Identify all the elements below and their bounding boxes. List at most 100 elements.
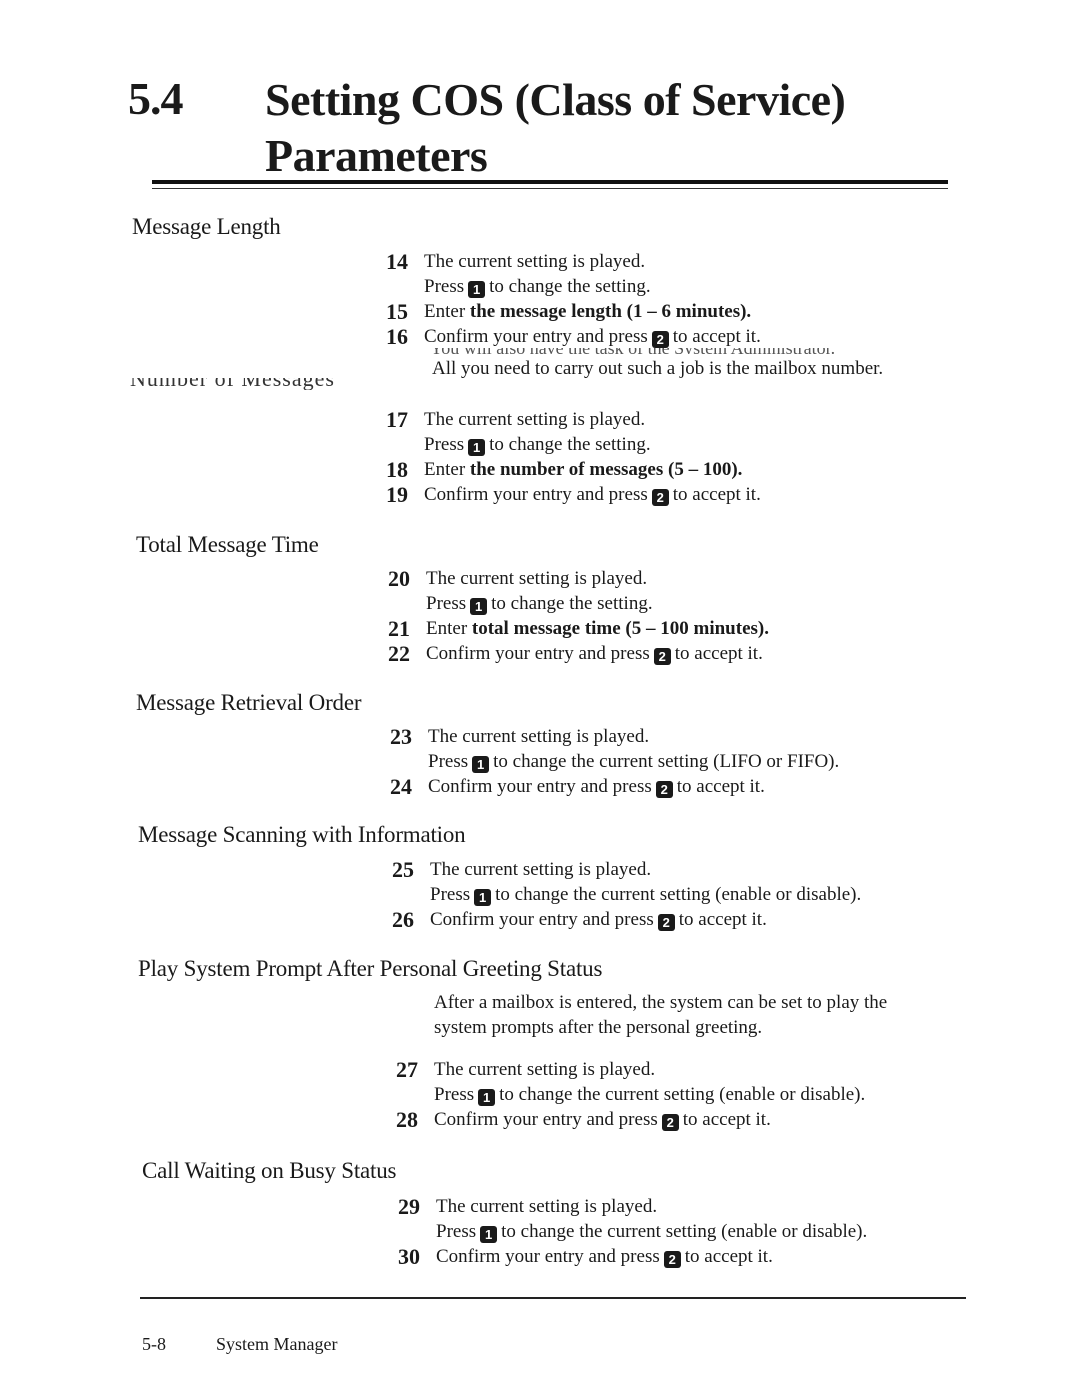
step-number: 16	[386, 324, 408, 349]
step: 17 The current setting is played.	[386, 407, 986, 432]
press-text: Press	[436, 1221, 477, 1242]
step-press-line: Press 1 to change the current setting (ena…	[392, 882, 992, 907]
key-1-icon: 1	[468, 281, 486, 298]
confirm-text: Confirm your entry and press	[424, 326, 648, 347]
confirm-text: Confirm your entry and press	[430, 909, 654, 930]
step-text: Enter the number of messages (5 – 100).	[424, 457, 986, 482]
overlapping-text-fragment: You will also have the task of the Syste…	[430, 348, 960, 354]
step: 29 The current setting is played.	[398, 1194, 998, 1219]
accept-text: to accept it.	[676, 776, 765, 797]
heading-call-waiting: Call Waiting on Busy Status	[142, 1158, 397, 1183]
change-text: to change the setting.	[489, 434, 651, 455]
step-text: The current setting is played.	[428, 726, 650, 747]
accept-text: to accept it.	[678, 909, 767, 930]
step-text: Enter total message time (5 – 100 minute…	[426, 616, 988, 641]
key-2-icon: 2	[651, 331, 669, 348]
step: 18 Enter the number of messages (5 – 100…	[386, 457, 986, 482]
key-1-icon: 1	[470, 598, 488, 615]
step-number: 18	[386, 457, 408, 482]
key-1-icon: 1	[478, 1089, 496, 1106]
change-text: to change the current setting (enable or…	[499, 1084, 866, 1105]
heading-retrieval-order: Message Retrieval Order	[136, 690, 362, 715]
description-line-2: system prompts after the personal greeti…	[434, 1017, 763, 1038]
step-number: 26	[392, 907, 414, 932]
step-number: 24	[390, 774, 412, 799]
step-number: 15	[386, 299, 408, 324]
enter-value: the number of messages (5 – 100).	[469, 459, 743, 480]
step: 25 The current setting is played.	[392, 857, 992, 882]
step-number: 20	[388, 566, 410, 591]
footer-rule	[140, 1297, 966, 1299]
step-number: 25	[392, 857, 414, 882]
step-press-line: Press 1 to change the current setting (ena…	[398, 1219, 998, 1244]
press-text: Press	[434, 1084, 475, 1105]
key-1-icon: 1	[480, 1226, 498, 1243]
step: 15 Enter the message length (1 – 6 minut…	[386, 299, 986, 324]
step-press-line: Press 1 to change the setting.	[386, 274, 986, 299]
steps-total-message-time: 20 The current setting is played. Press 1…	[388, 566, 988, 666]
step-text: Confirm your entry and press 2 to accept i…	[436, 1244, 998, 1269]
footer-label: System Manager	[216, 1334, 338, 1354]
heading-scanning: Message Scanning with Information	[138, 822, 466, 847]
change-text: to change the current setting (enable or…	[495, 884, 862, 905]
step: 28 Confirm your entry and press 2 to accep…	[396, 1107, 996, 1132]
step-press-line: Press 1 to change the setting.	[386, 432, 986, 457]
steps-call-waiting: 29 The current setting is played. Press 1…	[398, 1194, 998, 1269]
key-1-icon: 1	[472, 756, 490, 773]
enter-value: the message length (1 – 6 minutes).	[469, 301, 752, 322]
accept-text: to accept it.	[684, 1246, 773, 1267]
step-number: 28	[396, 1107, 418, 1132]
note-mailbox: All you need to carry out such a job is …	[432, 358, 884, 379]
step: 20 The current setting is played.	[388, 566, 988, 591]
step-number: 14	[386, 249, 408, 274]
step-number: 21	[388, 616, 410, 641]
press-text: Press	[430, 884, 471, 905]
step-number: 27	[396, 1057, 418, 1082]
title-rule-thin	[152, 188, 948, 189]
description-line-1: After a mailbox is entered, the system c…	[434, 992, 888, 1013]
accept-text: to accept it.	[682, 1109, 771, 1130]
key-2-icon: 2	[653, 648, 671, 665]
key-1-icon: 1	[474, 889, 492, 906]
step-number: 29	[398, 1194, 420, 1219]
system-prompt-description: After a mailbox is entered, the system c…	[434, 990, 887, 1040]
page-title: Setting COS (Class of Service) Parameter…	[265, 72, 846, 184]
title-line-1: Setting COS (Class of Service)	[265, 74, 846, 125]
step-text: Confirm your entry and press 2 to accept i…	[424, 324, 986, 349]
step: 26 Confirm your entry and press 2 to accep…	[392, 907, 992, 932]
change-text: to change the setting.	[489, 276, 651, 297]
steps-message-length: 14 The current setting is played. Press 1…	[386, 249, 986, 349]
step-number: 30	[398, 1244, 420, 1269]
step-text: Confirm your entry and press 2 to accept i…	[426, 641, 988, 666]
step: 16 Confirm your entry and press 2 to accep…	[386, 324, 986, 349]
accept-text: to accept it.	[672, 326, 761, 347]
enter-value: total message time (5 – 100 minutes).	[471, 618, 769, 639]
heading-number-of-messages: Number of Messages	[130, 378, 335, 390]
title-line-2: Parameters	[265, 130, 488, 181]
step-text: Confirm your entry and press 2 to accept i…	[430, 907, 992, 932]
step-press-line: Press 1 to change the current setting (ena…	[396, 1082, 996, 1107]
press-text: Press	[428, 751, 469, 772]
step-press-line: Press 1 to change the setting.	[388, 591, 988, 616]
step-text: The current setting is played.	[424, 409, 646, 430]
step: 27 The current setting is played.	[396, 1057, 996, 1082]
heading-message-length: Message Length	[132, 214, 281, 239]
step: 14 The current setting is played.	[386, 249, 986, 274]
confirm-text: Confirm your entry and press	[436, 1246, 660, 1267]
title-rule-thick	[152, 180, 948, 184]
step-text: Confirm your entry and press 2 to accept i…	[434, 1107, 996, 1132]
step: 30 Confirm your entry and press 2 to accep…	[398, 1244, 998, 1269]
step-text: The current setting is played.	[430, 859, 652, 880]
key-2-icon: 2	[661, 1114, 679, 1131]
steps-number-of-messages: 17 The current setting is played. Press 1…	[386, 407, 986, 507]
step-number: 22	[388, 641, 410, 666]
step-number: 19	[386, 482, 408, 507]
step: 19 Confirm your entry and press 2 to accep…	[386, 482, 986, 507]
accept-text: to accept it.	[672, 484, 761, 505]
accept-text: to accept it.	[674, 643, 763, 664]
step-text: The current setting is played.	[426, 568, 648, 589]
heading-total-message-time: Total Message Time	[136, 532, 319, 557]
step-press-line: Press 1 to change the current setting (LIF…	[390, 749, 990, 774]
confirm-text: Confirm your entry and press	[424, 484, 648, 505]
heading-system-prompt: Play System Prompt After Personal Greeti…	[138, 956, 603, 981]
